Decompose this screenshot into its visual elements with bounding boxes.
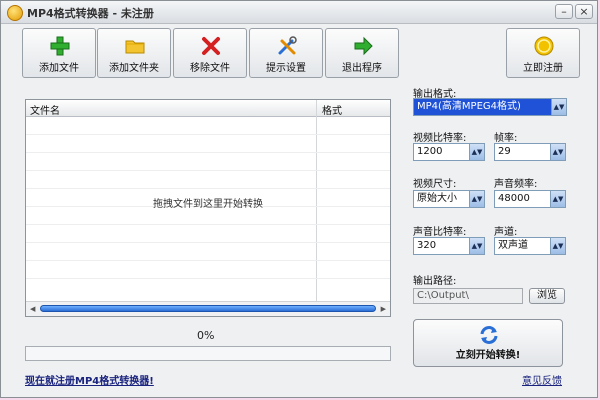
audio-bitrate-value: 320	[417, 240, 437, 251]
chevron-down-icon[interactable]: ▲▼	[551, 99, 566, 115]
frame-rate-value: 29	[498, 146, 511, 157]
add-folder-label: 添加文件夹	[109, 63, 159, 74]
start-convert-button[interactable]: 立刻开始转换!	[413, 319, 563, 367]
channels-label: 声道:	[494, 227, 518, 238]
start-convert-label: 立刻开始转换!	[455, 350, 521, 361]
chevron-down-icon[interactable]: ▲▼	[469, 191, 484, 207]
exit-label: 退出程序	[342, 63, 382, 74]
output-format-value: MP4(高清MPEG4格式)	[417, 101, 521, 112]
channels-select[interactable]: 双声道 ▲▼	[494, 237, 566, 255]
scroll-left-icon[interactable]: ◀	[30, 305, 35, 313]
folder-icon	[125, 40, 145, 54]
frame-rate-label: 帧率:	[494, 133, 518, 144]
scrollbar-thumb[interactable]	[40, 305, 376, 312]
audio-sample-value: 48000	[498, 193, 530, 204]
close-button[interactable]: ×	[575, 4, 593, 19]
add-file-button[interactable]: 添加文件	[22, 28, 96, 78]
browse-button[interactable]: 浏览	[529, 288, 565, 304]
chevron-down-icon[interactable]: ▲▼	[469, 144, 484, 160]
file-list-header: 文件名 格式	[26, 100, 390, 117]
progress-bar	[25, 346, 391, 361]
video-bitrate-label: 视频比特率:	[413, 133, 467, 144]
progress-percent: 0%	[197, 329, 215, 342]
app-icon	[7, 5, 23, 21]
output-path-label: 输出路径:	[413, 276, 457, 287]
frame-rate-select[interactable]: 29 ▲▼	[494, 143, 566, 161]
remove-file-label: 移除文件	[190, 63, 230, 74]
app-window: MP4格式转换器 - 未注册 – × 添加文件 添加文件夹 移除文件 提示设置	[0, 0, 598, 398]
column-filename[interactable]: 文件名	[30, 102, 60, 117]
channels-value: 双声道	[498, 240, 528, 251]
video-size-label: 视频尺寸:	[413, 179, 457, 190]
exit-button[interactable]: 退出程序	[325, 28, 399, 78]
title-bar[interactable]: MP4格式转换器 - 未注册 – ×	[1, 1, 597, 24]
add-file-label: 添加文件	[39, 63, 79, 74]
tools-icon	[278, 36, 297, 55]
add-folder-button[interactable]: 添加文件夹	[97, 28, 171, 78]
convert-refresh-icon	[480, 326, 498, 344]
feedback-link[interactable]: 意见反馈	[522, 372, 562, 387]
coin-icon	[534, 36, 554, 56]
output-format-select[interactable]: MP4(高清MPEG4格式) ▲▼	[413, 98, 567, 116]
plus-icon	[50, 36, 70, 56]
drop-hint: 拖拽文件到这里开始转换	[153, 199, 263, 210]
chevron-down-icon[interactable]: ▲▼	[469, 238, 484, 254]
scroll-right-icon[interactable]: ▶	[381, 305, 386, 313]
chevron-down-icon[interactable]: ▲▼	[550, 191, 565, 207]
audio-bitrate-select[interactable]: 320 ▲▼	[413, 237, 485, 255]
remove-file-button[interactable]: 移除文件	[173, 28, 247, 78]
video-bitrate-value: 1200	[417, 146, 443, 157]
register-now-label: 立即注册	[523, 63, 563, 74]
window-title: MP4格式转换器 - 未注册	[27, 7, 154, 20]
output-path-field[interactable]: C:\Output\	[413, 288, 523, 304]
file-list[interactable]: 文件名 格式 拖拽文件到这里开始转换 ◀ ▶	[25, 99, 391, 317]
settings-label: 提示设置	[266, 63, 306, 74]
video-bitrate-select[interactable]: 1200 ▲▼	[413, 143, 485, 161]
audio-sample-label: 声音频率:	[494, 179, 538, 190]
register-now-button[interactable]: 立即注册	[506, 28, 580, 78]
column-format[interactable]: 格式	[322, 102, 342, 117]
minimize-button[interactable]: –	[555, 4, 573, 19]
exit-arrow-icon	[354, 36, 373, 56]
video-size-select[interactable]: 原始大小 ▲▼	[413, 190, 485, 208]
chevron-down-icon[interactable]: ▲▼	[550, 238, 565, 254]
video-size-value: 原始大小	[417, 193, 457, 204]
register-link[interactable]: 现在就注册MP4格式转换器!	[25, 372, 154, 387]
audio-bitrate-label: 声音比特率:	[413, 227, 467, 238]
audio-sample-select[interactable]: 48000 ▲▼	[494, 190, 566, 208]
remove-x-icon	[202, 37, 220, 55]
chevron-down-icon[interactable]: ▲▼	[550, 144, 565, 160]
settings-button[interactable]: 提示设置	[249, 28, 323, 78]
horizontal-scrollbar[interactable]: ◀ ▶	[26, 301, 390, 316]
